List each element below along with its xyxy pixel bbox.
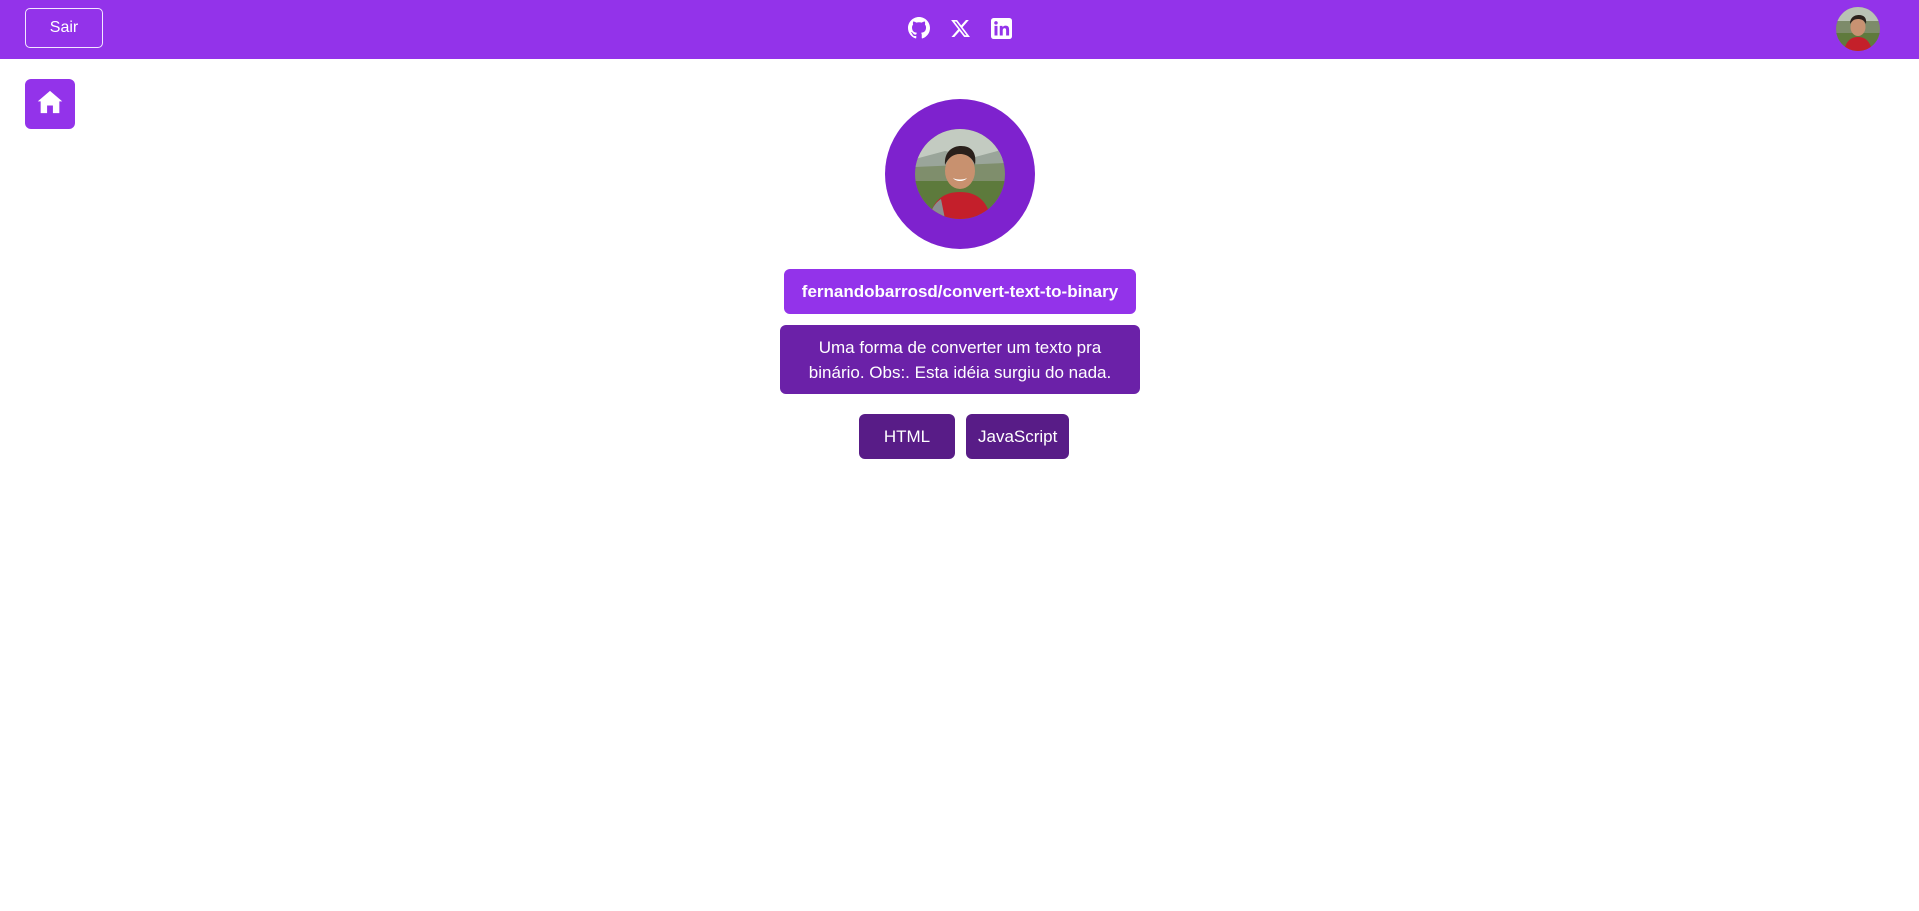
top-navbar: Sair [0, 0, 1919, 59]
linkedin-icon[interactable] [990, 17, 1012, 39]
language-tag-javascript[interactable]: JavaScript [966, 414, 1070, 459]
repo-description: Uma forma de converter um texto pra biná… [780, 325, 1140, 394]
x-icon[interactable] [949, 17, 971, 39]
profile-avatar-ring [885, 99, 1035, 249]
github-icon[interactable] [908, 17, 930, 39]
profile-photo [915, 129, 1005, 219]
logout-button[interactable]: Sair [25, 8, 103, 48]
user-avatar[interactable] [1836, 7, 1880, 51]
home-button[interactable] [25, 79, 75, 129]
home-icon [36, 88, 64, 121]
language-tag-html[interactable]: HTML [859, 414, 955, 459]
language-tags: HTML JavaScript [859, 414, 1070, 459]
social-links [908, 17, 1012, 39]
repo-name-badge[interactable]: fernandobarrosd/convert-text-to-binary [784, 269, 1136, 314]
